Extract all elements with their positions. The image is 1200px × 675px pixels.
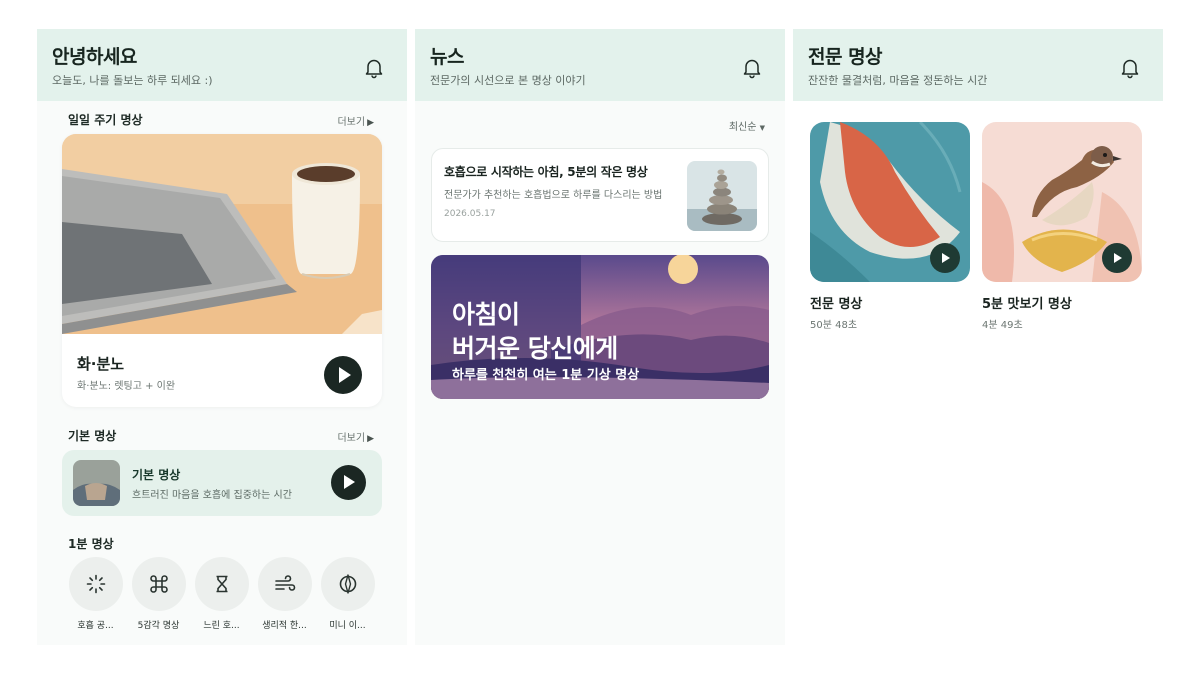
bell-icon[interactable] xyxy=(364,57,384,79)
article-summary: 전문가가 추천하는 호흡법으로 하루를 다스리는 방법 xyxy=(444,190,663,201)
expert-meditation-tile[interactable] xyxy=(810,122,970,282)
one-minute-label: 느린 호... xyxy=(203,621,240,631)
banner-headline-line2: 버거운 당신에게 xyxy=(452,334,618,363)
tile-duration: 50분 48초 xyxy=(810,320,858,331)
one-minute-item[interactable]: 생리적 한... xyxy=(257,557,312,631)
one-minute-label: 미니 이... xyxy=(329,621,366,631)
home-screen: 안녕하세요 오늘도, 나를 돌보는 하루 되세요 :) 일일 주기 명상 더보기… xyxy=(37,29,407,645)
article-title: 호흡으로 시작하는 아침, 5분의 작은 명상 xyxy=(444,165,648,179)
one-minute-label: 5감각 명상 xyxy=(137,621,180,631)
featured-image xyxy=(62,134,382,334)
one-minute-item[interactable]: 느린 호... xyxy=(194,557,249,631)
triangle-right-icon: ▶ xyxy=(367,434,374,444)
home-header: 안녕하세요 오늘도, 나를 돌보는 하루 되세요 :) xyxy=(37,29,407,101)
expert-header: 전문 명상 잔잔한 물결처럼, 마음을 정돈하는 시간 xyxy=(793,29,1163,101)
more-label: 더보기 xyxy=(337,433,366,444)
page-title: 전문 명상 xyxy=(808,46,883,68)
more-link-daily[interactable]: 더보기 ▶ xyxy=(337,113,374,128)
command-icon xyxy=(131,557,186,611)
triangle-right-icon: ▶ xyxy=(367,118,374,128)
play-button[interactable] xyxy=(324,356,362,394)
sort-dropdown[interactable]: 최신순 ▼ xyxy=(729,118,765,133)
play-button[interactable] xyxy=(1102,243,1132,273)
page-title: 뉴스 xyxy=(430,46,464,68)
wind-icon xyxy=(257,557,312,611)
section-title-one-minute: 1분 명상 xyxy=(68,537,114,551)
page-title: 안녕하세요 xyxy=(52,46,137,68)
one-minute-item[interactable]: 미니 이... xyxy=(320,557,375,631)
featured-title: 화·분노 xyxy=(77,355,125,373)
one-minute-item[interactable]: 5감각 명상 xyxy=(131,557,186,631)
tile-title: 5분 맛보기 명상 xyxy=(982,297,1072,312)
taster-meditation-tile[interactable] xyxy=(982,122,1142,282)
banner-caption: 하루를 천천히 여는 1분 기상 명상 xyxy=(452,368,640,383)
page-subtitle: 오늘도, 나를 돌보는 하루 되세요 :) xyxy=(52,74,213,87)
compass-icon xyxy=(320,557,375,611)
tile-title: 전문 명상 xyxy=(810,297,863,312)
morning-meditation-banner[interactable]: 아침이 버거운 당신에게 하루를 천천히 여는 1분 기상 명상 xyxy=(431,255,769,399)
basic-thumbnail xyxy=(73,460,120,506)
article-date: 2026.05.17 xyxy=(444,209,496,219)
chevron-down-icon: ▼ xyxy=(759,124,765,132)
page-subtitle: 전문가의 시선으로 본 명상 이야기 xyxy=(430,74,586,87)
section-title-daily: 일일 주기 명상 xyxy=(68,113,143,127)
featured-subtitle: 화·분노: 렛팅고 + 이완 xyxy=(77,381,176,392)
sparkle-icon xyxy=(68,557,123,611)
section-title-basic: 기본 명상 xyxy=(68,429,117,443)
banner-headline-line1: 아침이 xyxy=(452,300,520,329)
page-subtitle: 잔잔한 물결처럼, 마음을 정돈하는 시간 xyxy=(808,74,988,87)
expert-screen: 전문 명상 잔잔한 물결처럼, 마음을 정돈하는 시간 전문 명상 50분 48… xyxy=(793,29,1163,645)
more-label: 더보기 xyxy=(337,117,366,128)
sort-label: 최신순 xyxy=(728,122,757,133)
more-link-basic[interactable]: 더보기 ▶ xyxy=(337,429,374,444)
article-thumbnail xyxy=(687,161,757,231)
play-button[interactable] xyxy=(930,243,960,273)
bell-icon[interactable] xyxy=(742,57,762,79)
featured-meditation-card[interactable]: 화·분노 화·분노: 렛팅고 + 이완 xyxy=(62,134,382,407)
hourglass-icon xyxy=(194,557,249,611)
news-article-card[interactable]: 호흡으로 시작하는 아침, 5분의 작은 명상 전문가가 추천하는 호흡법으로 … xyxy=(431,148,769,242)
one-minute-label: 호흡 공... xyxy=(77,621,114,631)
one-minute-item[interactable]: 호흡 공... xyxy=(68,557,123,631)
play-button[interactable] xyxy=(331,465,366,500)
news-screen: 뉴스 전문가의 시선으로 본 명상 이야기 최신순 ▼ 호흡으로 시작하는 아침… xyxy=(415,29,785,645)
basic-meditation-card[interactable]: 기본 명상 흐트러진 마음을 호흡에 집중하는 시간 xyxy=(62,450,382,516)
news-header: 뉴스 전문가의 시선으로 본 명상 이야기 xyxy=(415,29,785,101)
tile-duration: 4분 49초 xyxy=(982,320,1023,331)
basic-card-subtitle: 흐트러진 마음을 호흡에 집중하는 시간 xyxy=(132,490,292,501)
one-minute-label: 생리적 한... xyxy=(262,621,307,631)
bell-icon[interactable] xyxy=(1120,57,1140,79)
basic-card-title: 기본 명상 xyxy=(132,468,181,482)
